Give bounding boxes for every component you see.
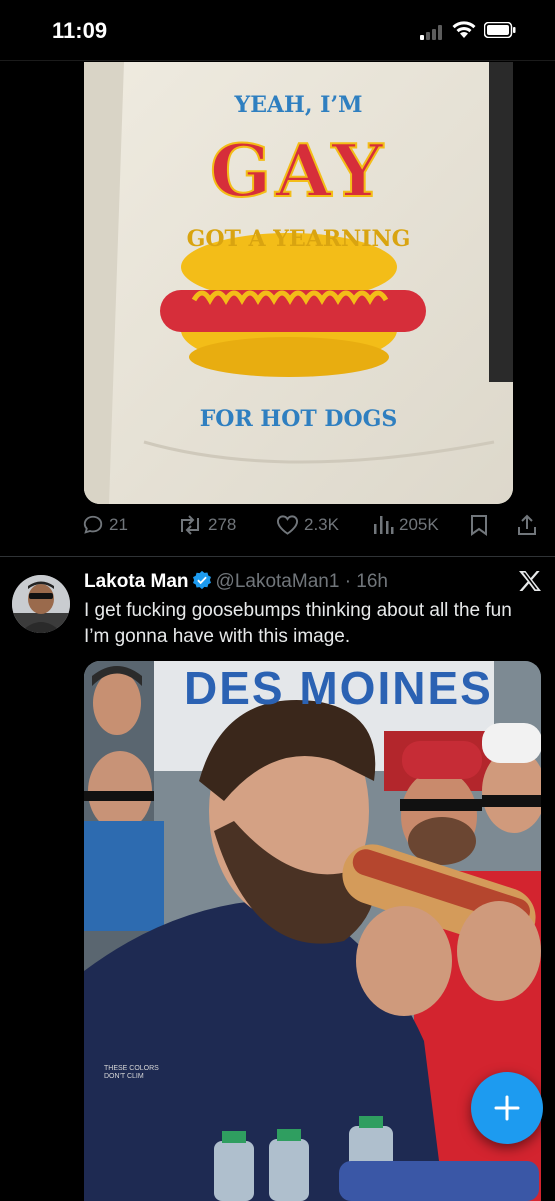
views-button[interactable]: 205K xyxy=(372,514,439,536)
tweet-separator xyxy=(0,556,555,557)
reply-count: 21 xyxy=(109,515,128,534)
like-count: 2.3K xyxy=(304,515,339,534)
repost-button[interactable]: 278 xyxy=(177,514,236,536)
cellular-signal-icon xyxy=(420,25,442,40)
tweet2-header: Lakota Man @LakotaMan1 · 16h xyxy=(84,570,388,593)
tweet1-media-image[interactable]: YEAH, I’M GAY GOT A YEARNING FOR HOT DOG… xyxy=(84,62,513,504)
top-divider xyxy=(0,60,555,61)
post-age[interactable]: 16h xyxy=(356,571,388,592)
user-handle[interactable]: @LakotaMan1 xyxy=(216,571,340,592)
repost-count: 278 xyxy=(208,515,237,534)
views-count: 205K xyxy=(399,515,439,534)
share-button[interactable] xyxy=(516,514,538,536)
bookmark-icon xyxy=(471,515,487,536)
shirt-line-2: GAY xyxy=(209,127,388,214)
avatar[interactable] xyxy=(12,575,70,633)
reply-icon xyxy=(83,515,103,534)
shirt-line-1: YEAH, I’M xyxy=(234,92,363,118)
x-logo-icon[interactable] xyxy=(518,570,542,592)
shirt-line-3: GOT A YEARNING xyxy=(186,226,411,252)
like-icon xyxy=(276,515,299,535)
views-icon xyxy=(374,516,394,534)
display-name[interactable]: Lakota Man xyxy=(84,571,189,592)
shirt-watermark: THESE COLORS DON'T CLIM xyxy=(104,1065,159,1080)
plus-icon xyxy=(494,1095,520,1121)
bookmark-button[interactable] xyxy=(469,514,489,536)
tweet1-action-bar: 21 278 2.3K 205K xyxy=(0,505,555,549)
like-button[interactable]: 2.3K xyxy=(276,514,339,536)
wifi-icon xyxy=(452,21,476,38)
compose-button[interactable] xyxy=(471,1072,543,1144)
status-bar: 11:09 xyxy=(0,0,555,60)
verified-icon xyxy=(192,570,211,590)
repost-icon xyxy=(181,515,199,535)
battery-icon xyxy=(484,22,516,38)
banner-text: DES MOINES xyxy=(184,662,493,714)
status-time: 11:09 xyxy=(52,18,108,43)
tweet2-text: I get fucking goosebumps thinking about … xyxy=(84,600,512,647)
share-icon xyxy=(518,514,536,535)
meta-separator: · xyxy=(344,571,352,592)
shirt-line-4: FOR HOT DOGS xyxy=(199,406,398,432)
reply-button[interactable]: 21 xyxy=(82,514,128,536)
